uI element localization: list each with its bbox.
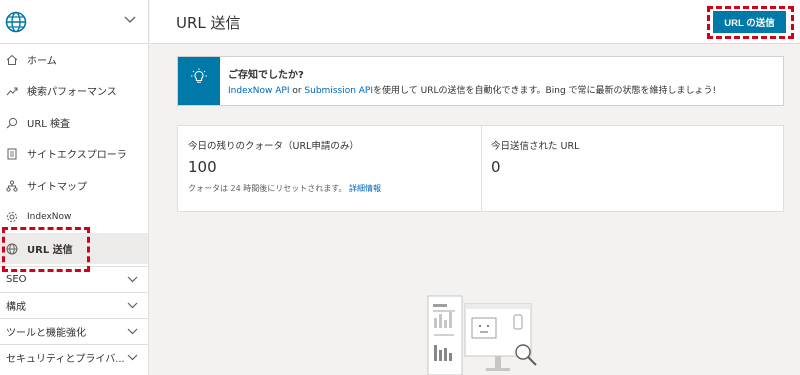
sidebar-section-configuration[interactable]: 構成 [0,292,148,318]
search-icon [6,117,18,128]
gear-icon [7,211,17,222]
chevron-down-icon [127,354,138,361]
sidebar-item-label: サイトマップ [27,182,87,193]
stats-cards: 今日の残りのクォータ（URL申請のみ） 100 クォータは 24 時間後にリセッ… [177,125,784,212]
empty-state-illustration [427,295,537,375]
home-icon [6,54,18,65]
sidebar-section-tools[interactable]: ツールと機能強化 [0,318,148,344]
banner-title: ご存知でしたか? [228,70,304,81]
trend-icon [6,87,18,95]
sidebar-item-search-performance[interactable]: 検索パフォーマンス [0,75,148,106]
banner-text: を使用して URLの送信を自動化できます。Bing で常に最新の状態を維持しまし… [373,86,717,96]
sidebar-item-site-explorer[interactable]: サイトエクスプローラ [0,138,148,169]
highlight-submit-button [707,6,794,39]
section-label: SEO [6,274,27,285]
quota-value: 100 [188,158,217,176]
banner-text-or: or [289,86,305,96]
banner-icon-box [178,57,220,105]
sidebar-item-label: ホーム [27,56,57,67]
submission-api-link[interactable]: Submission API [304,86,373,96]
lightbulb-icon [191,68,207,83]
top-bar: URL 送信 URL の送信 [150,0,800,44]
sidebar-item-url-inspection[interactable]: URL 検査 [0,107,148,138]
quota-label: 今日の残りのクォータ（URL申請のみ） [188,141,359,152]
section-label: セキュリティとプライバ... [6,354,125,365]
document-icon [7,148,17,159]
highlight-url-submission-nav [2,227,90,272]
sidebar-section-security[interactable]: セキュリティとプライバ... [0,344,148,370]
sidebar-item-label: URL 検査 [27,119,71,130]
quota-note-text: クォータは 24 時間後にリセットされます。 [188,184,347,193]
sidebar-header [0,0,148,44]
sidebar-item-sitemaps[interactable]: サイトマップ [0,170,148,201]
sidebar: ホーム 検索パフォーマンス URL 検査 サイトエクスプローラ サイトマップ I… [0,0,149,375]
card-divider [481,126,482,211]
sitemap-icon [6,179,18,192]
info-banner: ご存知でしたか? IndexNow API or Submission APIを… [177,56,784,106]
chevron-down-icon [127,302,138,309]
section-label: 構成 [6,302,26,313]
sidebar-item-label: IndexNow [27,211,72,222]
quota-note: クォータは 24 時間後にリセットされます。 詳細情報 [188,183,381,194]
learn-more-link[interactable]: 詳細情報 [349,184,381,193]
page-title: URL 送信 [176,14,241,32]
section-label: ツールと機能強化 [6,328,86,339]
chevron-down-icon [127,276,138,283]
submitted-value: 0 [491,158,501,176]
banner-body: IndexNow API or Submission APIを使用して URLの… [228,83,716,96]
chevron-down-icon [127,328,138,335]
sidebar-item-home[interactable]: ホーム [0,44,148,75]
globe-logo-icon[interactable] [5,11,27,33]
sidebar-item-label: 検索パフォーマンス [27,87,117,98]
sidebar-item-label: サイトエクスプローラ [27,150,127,161]
submitted-label: 今日送信された URL [491,141,580,152]
chevron-down-icon[interactable] [124,16,136,24]
indexnow-api-link[interactable]: IndexNow API [228,86,289,96]
